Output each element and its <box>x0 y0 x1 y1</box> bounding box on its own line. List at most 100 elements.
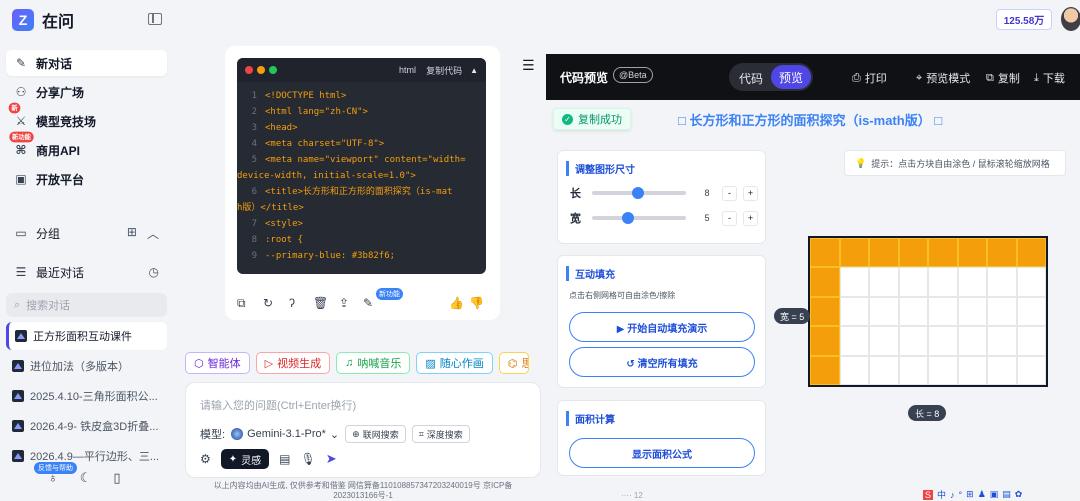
show-formula-button[interactable]: 显示面积公式 <box>569 438 755 468</box>
grid-cell[interactable] <box>928 326 958 356</box>
grid-cell[interactable] <box>928 267 958 297</box>
slider-handle[interactable] <box>622 212 634 224</box>
grid-cell[interactable] <box>810 267 840 297</box>
sidebar-collapse-icon[interactable] <box>148 13 162 25</box>
slider-handle[interactable] <box>632 187 644 199</box>
chip-video[interactable]: ▷ 视频生成 <box>255 352 331 374</box>
nav-share-square[interactable]: ⚇ 分享广场 <box>6 79 167 105</box>
grid-cell[interactable] <box>1016 326 1046 356</box>
tray-item[interactable]: ♪ <box>950 490 955 500</box>
grid-cell[interactable] <box>957 355 987 385</box>
document-icon[interactable]: ▤ <box>279 452 290 466</box>
phone-icon[interactable]: ▯ <box>113 470 120 486</box>
grid-cell[interactable] <box>839 267 869 297</box>
grid-cell[interactable] <box>1016 267 1046 297</box>
prompt-input-card[interactable]: 请输入您的问题(Ctrl+Enter换行) 模型: Gemini-3.1-Pro… <box>185 382 541 478</box>
grid-cell[interactable] <box>898 267 928 297</box>
nav-open-platform[interactable]: ▣ 开放平台 <box>6 166 167 192</box>
grid-cell[interactable] <box>898 238 928 268</box>
delete-icon[interactable]: 🗑 <box>313 296 328 310</box>
conversation-item[interactable]: 进位加法（多版本） <box>6 352 167 380</box>
edit-icon[interactable]: ✎ <box>363 296 373 310</box>
prompt-input[interactable]: 请输入您的问题(Ctrl+Enter换行) <box>200 397 356 413</box>
web-search-button[interactable]: ⊕ 联网搜索 <box>345 425 406 443</box>
grid-cell[interactable] <box>1016 238 1046 268</box>
tray-item[interactable]: 中 <box>937 488 946 501</box>
grid-cell[interactable] <box>810 238 840 268</box>
grid-cell[interactable] <box>928 296 958 327</box>
microphone-icon[interactable]: 🎙 <box>301 452 316 466</box>
nav-commercial-api[interactable]: 新功能 ⌘ 商用API <box>6 131 167 163</box>
copy-icon[interactable]: ⧉ <box>237 296 246 311</box>
settings-icon[interactable]: ⚙ <box>200 452 211 466</box>
length-minus-button[interactable]: - <box>722 185 737 201</box>
tray-item[interactable]: ⊞ <box>966 489 974 500</box>
conversation-item[interactable]: 2025.4.10-三角形面积公... <box>6 382 167 410</box>
brand[interactable]: Z 在问 <box>12 8 74 32</box>
grid-cell[interactable] <box>839 296 869 327</box>
conversation-item[interactable]: 2026.4-9- 铁皮盒3D折叠... <box>6 412 167 440</box>
conversation-item[interactable]: 2026.4.9—平行边形、三... <box>6 442 167 470</box>
width-plus-button[interactable]: + <box>743 210 758 226</box>
tray-item[interactable]: ° <box>959 490 963 500</box>
length-plus-button[interactable]: + <box>743 185 758 201</box>
lightbulb-icon[interactable]: ♁ <box>48 470 58 486</box>
send-icon[interactable]: ➤ <box>326 451 337 467</box>
group-section[interactable]: ▭ 分组 ⊞ ︿ <box>6 221 167 245</box>
area-grid[interactable] <box>808 236 1048 387</box>
width-slider[interactable] <box>592 212 686 224</box>
tray-item[interactable]: S <box>923 489 934 500</box>
grid-cell[interactable] <box>898 296 928 327</box>
grid-cell[interactable] <box>987 326 1017 356</box>
grid-cell[interactable] <box>957 238 987 268</box>
tray-item[interactable]: ✿ <box>1015 489 1023 500</box>
deep-search-button[interactable]: ⌗ 深度搜索 <box>411 425 470 443</box>
chip-more[interactable]: ⌬思 <box>498 352 529 374</box>
theme-moon-icon[interactable]: ☾ <box>80 470 92 486</box>
clear-fill-button[interactable]: ↺ 清空所有填充 <box>569 347 755 377</box>
grid-cell[interactable] <box>987 267 1017 297</box>
grid-cell[interactable] <box>839 355 869 385</box>
grid-cell[interactable] <box>987 355 1017 385</box>
grid-cell[interactable] <box>810 296 840 327</box>
conversation-search-input[interactable]: ⌕ 搜索对话 <box>6 293 167 317</box>
grid-cell[interactable] <box>987 296 1017 327</box>
avatar[interactable] <box>1061 7 1080 31</box>
grid-cell[interactable] <box>957 267 987 297</box>
preview-mode-button[interactable]: ⌖ 预览模式 <box>916 70 970 86</box>
grid-cell[interactable] <box>928 238 958 268</box>
tray-item[interactable]: ▣ <box>990 489 999 500</box>
conversation-item[interactable]: 正方形面积互动课件 <box>6 322 167 350</box>
grid-cell[interactable] <box>869 267 899 297</box>
copy-code-button[interactable]: 复制代码 <box>426 64 462 77</box>
thumbs-up-icon[interactable]: 👍 <box>449 296 464 310</box>
history-clock-icon[interactable]: ◷ <box>149 265 159 279</box>
grid-cell[interactable] <box>869 355 899 385</box>
auto-fill-button[interactable]: ▶ 开始自动填充演示 <box>569 312 755 342</box>
grid-cell[interactable] <box>928 355 958 385</box>
length-slider[interactable] <box>592 187 686 199</box>
grid-cell[interactable] <box>898 326 928 356</box>
chip-draw[interactable]: ▨ 随心作画 <box>416 352 493 374</box>
grid-cell[interactable] <box>1016 355 1046 385</box>
read-aloud-icon[interactable]: ʔ <box>289 296 295 310</box>
grid-cell[interactable] <box>987 238 1017 268</box>
tray-item[interactable]: ♟ <box>978 489 986 500</box>
thumbs-down-icon[interactable]: 👎 <box>469 296 484 310</box>
chevron-up-icon[interactable]: ︿ <box>147 225 159 242</box>
download-button[interactable]: ⤓ 下载 <box>1034 70 1065 86</box>
nav-new-chat[interactable]: ✎ 新对话 <box>6 50 167 76</box>
grid-cell[interactable] <box>1016 296 1046 327</box>
grid-cell[interactable] <box>898 355 928 385</box>
share-icon[interactable]: ⇪ <box>339 296 349 310</box>
collapse-triangle-icon[interactable]: ▲ <box>470 66 478 75</box>
grid-cell[interactable] <box>869 296 899 327</box>
regenerate-icon[interactable]: ↻ <box>263 296 273 310</box>
tray-item[interactable]: ▤ <box>1002 489 1011 500</box>
copy-button[interactable]: ⧉ 复制 <box>986 70 1020 86</box>
grid-cell[interactable] <box>810 326 840 356</box>
chip-agent[interactable]: ⬡ 智能体 <box>185 352 250 374</box>
chip-music[interactable]: ♫ 呐喊音乐 <box>336 352 411 374</box>
nav-model-arena[interactable]: 新 ⚔ 模型竞技场 <box>6 102 167 134</box>
add-group-icon[interactable]: ⊞ <box>127 225 137 242</box>
